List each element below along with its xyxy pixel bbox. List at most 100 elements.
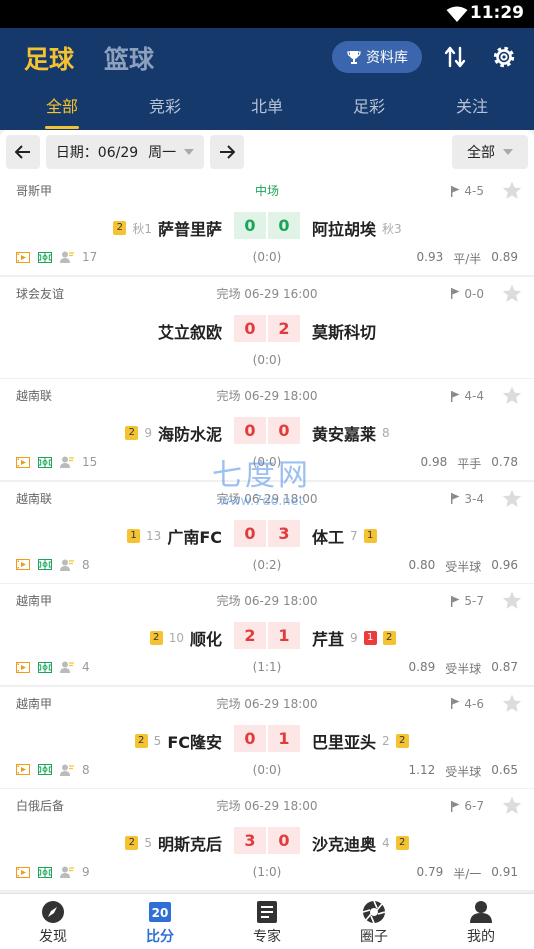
away-score: 1 [268, 622, 300, 649]
odds: 0.93 平/半 0.89 [417, 250, 518, 267]
follow-star-button[interactable] [502, 386, 522, 409]
tab-football[interactable]: 足球 [24, 40, 74, 76]
follow-star-button[interactable] [502, 181, 522, 204]
match-row[interactable]: 哥斯甲 中场 4-5 2 秋1 萨普里萨 0 0 阿拉胡埃 秋3 (0:0) 17 0.93 平/半 0.8… [0, 174, 534, 275]
corner-count: 5-7 [451, 594, 484, 608]
watermark-url: www.7do.net [219, 494, 304, 509]
away-team[interactable]: 黄安嘉莱 8 [312, 421, 390, 445]
tab-all[interactable]: 全部 [17, 93, 107, 117]
pitch-icon[interactable] [38, 456, 52, 468]
home-score: 0 [234, 314, 266, 342]
video-icon[interactable] [16, 764, 30, 775]
prev-day-button[interactable] [6, 135, 40, 169]
follow-star-button[interactable] [502, 694, 522, 717]
away-badge: 1 [363, 631, 377, 645]
home-team[interactable]: 2 5 FC隆安 [134, 729, 222, 753]
away-team[interactable]: 阿拉胡埃 秋3 [312, 216, 402, 240]
tab-zucai[interactable]: 足彩 [324, 93, 414, 117]
pitch-icon[interactable] [38, 866, 52, 878]
odds-away: 0.87 [491, 660, 518, 674]
user-comment-icon [60, 661, 74, 673]
away-team[interactable]: 体工 7 1 [312, 524, 377, 548]
pitch-icon[interactable] [38, 251, 52, 263]
video-icon[interactable] [16, 661, 30, 673]
follow-star-button[interactable] [502, 489, 522, 512]
video-icon[interactable] [16, 866, 30, 878]
tab-basketball[interactable]: 篮球 [104, 40, 154, 76]
follow-star-button[interactable] [502, 591, 522, 614]
video-icon[interactable] [16, 456, 30, 468]
video-icon[interactable] [16, 559, 30, 570]
away-team[interactable]: 巴里亚头 2 2 [312, 729, 409, 753]
match-row[interactable]: 越南甲 完场 06-29 18:00 4-6 2 5 FC隆安 0 1 巴里亚头 2 2 (0:0) 8… [0, 686, 534, 788]
filter-tabs: 全部 竞彩 北单 足彩 关注 [0, 90, 534, 130]
odds-home: 0.79 [416, 865, 444, 879]
home-badge: 2 [125, 836, 139, 850]
home-rank: 5 [144, 836, 152, 850]
away-team-name: 芹苴 [312, 630, 345, 649]
away-team[interactable]: 芹苴 9 1 2 [312, 626, 396, 650]
odds-handicap: 受半球 [445, 662, 482, 676]
star-icon [502, 181, 522, 199]
database-label: 资料库 [366, 50, 408, 66]
nav-experts[interactable]: 专家 [227, 900, 307, 946]
date-selector[interactable]: 日期：06/29 周一 [46, 135, 204, 169]
user-comment-icon [60, 559, 74, 571]
match-icons: 15 [16, 455, 97, 469]
match-row[interactable]: 越南甲 完场 06-29 18:00 5-7 2 10 顺化 2 1 芹苴 9 1 2 (1:1) 4 0.… [0, 584, 534, 685]
home-team[interactable]: 1 13 广南FC [127, 524, 222, 548]
nav-circle[interactable]: 圈子 [334, 900, 414, 946]
pitch-icon[interactable] [38, 559, 52, 570]
sort-icon[interactable] [442, 44, 468, 70]
home-rank: 10 [168, 631, 184, 645]
pitch-icon[interactable] [38, 764, 52, 775]
home-team[interactable]: 2 10 顺化 [149, 626, 222, 650]
corner-count-value: 6-7 [464, 799, 484, 813]
clock: 11:29 [469, 3, 524, 23]
next-day-button[interactable] [210, 135, 244, 169]
home-team[interactable]: 2 秋1 萨普里萨 [113, 216, 222, 240]
comment-count: 17 [82, 250, 98, 264]
gear-icon[interactable] [490, 43, 518, 71]
nav-mine[interactable]: 我的 [441, 900, 521, 946]
comment-count: 9 [82, 865, 90, 879]
away-team[interactable]: 莫斯科切 [312, 319, 376, 343]
away-score: 3 [268, 519, 300, 547]
video-icon[interactable] [16, 251, 30, 263]
tab-beidan[interactable]: 北单 [222, 93, 312, 117]
scope-selector[interactable]: 全部 [452, 135, 528, 169]
corner-flag-icon [451, 185, 460, 197]
match-row[interactable]: 球会友谊 完场 06-29 16:00 0-0 艾立叙欧 0 2 莫斯科切 (0:0) [0, 276, 534, 378]
match-row[interactable]: 白俄后备 完场 06-29 18:00 6-7 2 5 明斯克后 3 0 沙克迪奥 4 2 (1:0)… [0, 789, 534, 890]
home-team-name: 广南FC [167, 527, 222, 547]
home-team[interactable]: 2 9 海防水泥 [125, 421, 222, 445]
away-team[interactable]: 沙克迪奥 4 2 [312, 831, 409, 855]
odds-away: 0.78 [491, 455, 518, 469]
follow-star-button[interactable] [502, 284, 522, 307]
away-team-name: 阿拉胡埃 [312, 220, 377, 239]
pitch-icon[interactable] [38, 661, 52, 673]
tab-jingcai[interactable]: 竞彩 [120, 93, 210, 117]
nav-scores-label: 比分 [146, 929, 174, 945]
tab-follow[interactable]: 关注 [427, 93, 517, 117]
away-team-name: 沙克迪奥 [312, 835, 377, 854]
odds-handicap: 半/一 [453, 867, 482, 881]
away-badge: 2 [382, 631, 396, 645]
nav-discover[interactable]: 发现 [13, 900, 93, 946]
odds: 1.12 受半球 0.65 [409, 763, 518, 780]
odds-handicap: 受半球 [445, 559, 482, 574]
away-team-name: 体工 [312, 527, 345, 547]
home-team[interactable]: 2 5 明斯克后 [125, 831, 222, 855]
odds-home: 0.98 [420, 455, 448, 469]
home-team-name: 艾立叙欧 [157, 322, 222, 342]
follow-star-button[interactable] [502, 796, 522, 819]
nav-scores[interactable]: 20 比分 [120, 900, 200, 946]
aperture-icon [362, 900, 386, 924]
home-rank: 秋1 [132, 221, 152, 236]
home-score: 0 [234, 519, 266, 547]
database-button[interactable]: 资料库 [332, 41, 422, 73]
odds-handicap: 平/半 [453, 252, 482, 266]
home-score: 0 [234, 417, 266, 444]
home-team-name: 明斯克后 [157, 835, 222, 854]
home-team[interactable]: 艾立叙欧 [158, 319, 222, 343]
